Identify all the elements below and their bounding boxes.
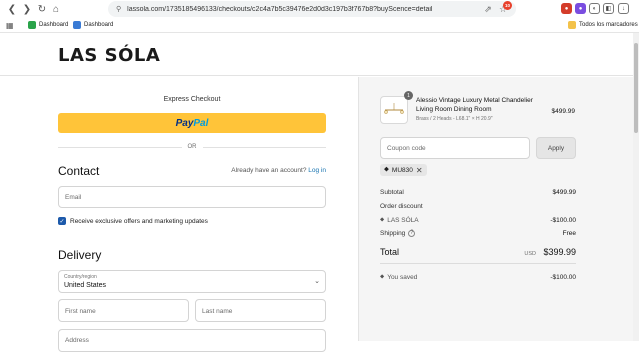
order-summary: 1 Alessio Vintage Luxury Metal Chandelie… (358, 77, 633, 341)
help-circle-icon[interactable]: ? (408, 229, 416, 237)
brave-shield-badge[interactable]: 10 (503, 1, 512, 10)
extension-icon-1[interactable]: ● (561, 3, 572, 14)
currency-code: USD (524, 251, 536, 257)
discount-value: -$100.00 (550, 216, 576, 224)
quantity-badge: 1 (404, 91, 413, 100)
browser-chrome: ❮ ❯ ↻ ⌂ ▢ ⚲ lassola.com/1735185496133/ch… (0, 0, 639, 33)
discount-detail-row: ⬥ LAS SÓLA -$100.00 (380, 215, 576, 225)
you-saved-row: ⬥ You saved -$100.00 (380, 274, 576, 281)
store-header: LAS SÓLA (0, 33, 633, 76)
contact-title: Contact (58, 164, 100, 178)
all-bookmarks-folder[interactable]: Todos los marcadores (568, 21, 638, 29)
applied-coupon-tag: ⬥ MU830 ✕ (380, 164, 427, 176)
login-link[interactable]: Log in (308, 167, 326, 174)
total-row: Total USD $399.99 (380, 242, 576, 260)
bookmarks-bar: ▦ Dashboard Dashboard Todos los marcador… (0, 19, 639, 33)
express-checkout-title: Express Checkout (163, 96, 221, 103)
extension-icon-3[interactable]: ◐ (589, 3, 600, 14)
shipping-row: Shipping ? Free (380, 228, 576, 238)
checkout-form: Express Checkout Pay Pal OR Contact Alrea… (0, 77, 358, 352)
subtotal-value: $499.99 (552, 188, 577, 196)
order-discount-row: Order discount (380, 201, 576, 211)
bookmark-dashboard-2[interactable]: Dashboard (73, 21, 113, 29)
address-bar[interactable]: ⚲ lassola.com/1735185496133/checkouts/c2… (108, 1, 516, 17)
tag-icon: ⬥ (380, 274, 385, 280)
offers-checkbox-row[interactable]: ✓ Receive exclusive offers and marketing… (58, 217, 208, 225)
product-thumbnail (380, 96, 408, 124)
url-text: lassola.com/1735185496133/checkouts/c2c4… (127, 5, 433, 13)
last-name-field[interactable]: Last name (195, 299, 326, 322)
browser-toolbar: ❮ ❯ ↻ ⌂ ▢ ⚲ lassola.com/1735185496133/ch… (0, 0, 639, 19)
page-scrollbar[interactable] (633, 33, 639, 341)
folder-icon (568, 21, 576, 29)
subtotal-row: Subtotal $499.99 (380, 187, 576, 197)
saved-value: -$100.00 (550, 274, 576, 281)
total-label: Total (380, 247, 400, 257)
shipping-value: Free (562, 229, 576, 237)
chevron-down-icon: ⌄ (314, 278, 320, 285)
back-icon[interactable]: ❮ (5, 2, 19, 16)
divider-line (58, 146, 182, 148)
store-logo[interactable]: LAS SÓLA (58, 45, 160, 66)
total-value: $399.99 (543, 247, 576, 257)
share-icon[interactable]: ⇗ (482, 3, 494, 15)
forward-icon[interactable]: ❯ (20, 2, 34, 16)
paypal-button[interactable]: Pay Pal (58, 113, 326, 133)
shipping-label: Shipping (380, 229, 406, 237)
product-price: $499.99 (551, 108, 576, 115)
divider-line (202, 146, 326, 148)
email-field[interactable]: Email (58, 186, 326, 208)
first-name-field[interactable]: First name (58, 299, 189, 322)
coupon-input[interactable]: Coupon code (380, 137, 530, 159)
apps-grid-icon[interactable]: ▦ (6, 21, 14, 30)
delivery-title: Delivery (58, 248, 102, 262)
checkmark-icon[interactable]: ✓ (58, 217, 66, 225)
apply-button[interactable]: Apply (536, 137, 576, 159)
reload-icon[interactable]: ↻ (35, 2, 49, 16)
dashboard-favicon-icon (73, 21, 81, 29)
tag-icon: ⬥ (384, 166, 389, 173)
or-divider: OR (58, 142, 326, 152)
download-icon[interactable]: ↓ (618, 3, 629, 14)
product-variant: Brass / 2 Heads - L68.1" × H 20.9" (416, 116, 493, 122)
scrollbar-thumb[interactable] (634, 43, 638, 133)
paypal-logo-part1: Pay (175, 117, 194, 129)
product-name: Alessio Vintage Luxury Metal Chandelier … (416, 97, 533, 113)
coupon-code: MU830 (391, 166, 413, 174)
paypal-logo-part2: Pal (193, 117, 209, 129)
account-prompt: Already have an account? Log in (231, 167, 326, 174)
dashboard-favicon-icon (28, 21, 36, 29)
summary-divider (380, 263, 576, 264)
remove-coupon-icon[interactable]: ✕ (416, 166, 423, 175)
site-info-icon[interactable]: ⚲ (116, 5, 121, 13)
tag-icon: ⬥ (380, 216, 385, 223)
discount-name: LAS SÓLA (387, 216, 419, 224)
offers-label: Receive exclusive offers and marketing u… (70, 217, 208, 225)
country-select[interactable]: Country/region United States ⌄ (58, 270, 326, 293)
saved-label: You saved (387, 274, 418, 281)
extensions-puzzle-icon[interactable]: ◧ (603, 3, 614, 14)
bookmark-dashboard-1[interactable]: Dashboard (28, 21, 68, 29)
chandelier-image (384, 103, 404, 114)
order-discount-label: Order discount (380, 202, 423, 210)
extension-icon-2[interactable]: ● (575, 3, 586, 14)
or-text: OR (187, 144, 197, 150)
subtotal-label: Subtotal (380, 188, 404, 196)
home-icon[interactable]: ⌂ (49, 2, 63, 16)
